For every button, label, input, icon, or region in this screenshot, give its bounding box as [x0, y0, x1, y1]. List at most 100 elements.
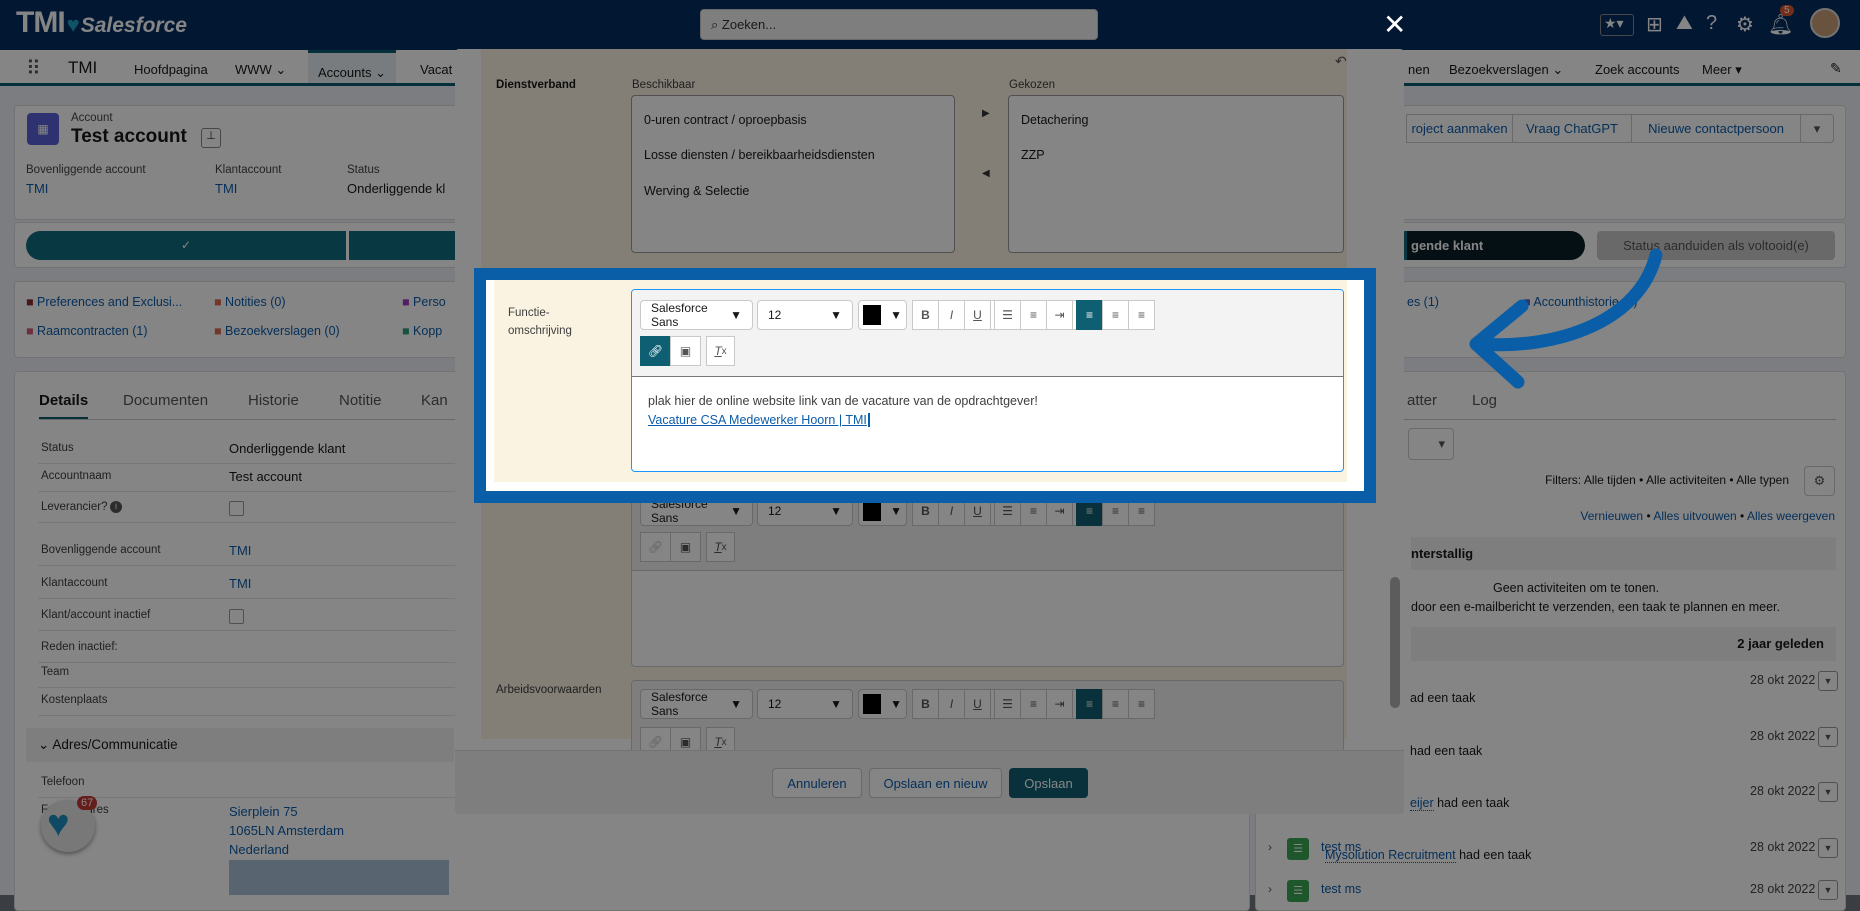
- insert-image-button[interactable]: ▣: [670, 336, 701, 366]
- related-bezoekverslagen[interactable]: ■ Bezoekverslagen (0): [214, 324, 340, 338]
- app-launcher-icon[interactable]: ⠿: [26, 56, 41, 81]
- indent-button[interactable]: ⇥: [1046, 689, 1073, 719]
- text-color-picker[interactable]: ▼: [858, 689, 907, 719]
- underline-button[interactable]: U: [964, 689, 991, 719]
- activity-title-link[interactable]: test ms: [1321, 882, 1361, 896]
- tab-notitie[interactable]: Notitie: [339, 392, 382, 409]
- save-button[interactable]: Opslaan: [1009, 768, 1088, 798]
- path-stage-complete[interactable]: ✓: [26, 231, 346, 260]
- italic-button[interactable]: I: [938, 300, 965, 330]
- activity-select-dropdown[interactable]: ▾: [1408, 428, 1454, 460]
- help-icon[interactable]: ?: [1706, 12, 1717, 35]
- align-center-button[interactable]: ≡: [1102, 689, 1129, 719]
- field-value[interactable]: TMI: [229, 543, 251, 558]
- align-right-button[interactable]: ≡: [1128, 300, 1155, 330]
- activity-menu-chevron-down-icon[interactable]: ▼: [1818, 880, 1838, 900]
- numbered-list-button[interactable]: ≡: [1020, 300, 1047, 330]
- more-actions-chevron-down-icon[interactable]: ▾: [1800, 114, 1834, 143]
- activity-user-link[interactable]: Mysolution Recruitment: [1325, 848, 1456, 863]
- italic-button[interactable]: I: [938, 689, 965, 719]
- info-icon[interactable]: i: [110, 501, 122, 513]
- clear-formatting-button[interactable]: Tx: [706, 336, 735, 366]
- address-link[interactable]: Sierplein 75 1065LN Amsterdam Nederland: [229, 802, 344, 859]
- nav-item-hoofdpagina[interactable]: Hoofdpagina: [134, 62, 208, 77]
- editor-text[interactable]: plak hier de online website link van de …: [648, 394, 1038, 408]
- align-center-button[interactable]: ≡: [1102, 300, 1129, 330]
- tab-details[interactable]: Details: [39, 392, 89, 420]
- tab-historie[interactable]: Historie: [248, 392, 299, 409]
- rich-text-editor-functie[interactable]: Salesforce Sans▼12▼▼BIUS☰≡⇥⇤≡≡≡🔗︎▣Tx pla…: [631, 289, 1344, 472]
- activity-user-link[interactable]: eijer: [1410, 796, 1434, 811]
- nav-item-zoek-accounts[interactable]: Zoek accounts: [1595, 62, 1680, 77]
- tab-chatter[interactable]: atter: [1407, 392, 1437, 409]
- related-personen[interactable]: ■ Perso: [402, 295, 446, 309]
- bold-button[interactable]: B: [912, 689, 939, 719]
- nav-item-bezoekverslagen[interactable]: Bezoekverslagen ⌄: [1449, 62, 1563, 78]
- nav-item-vacatures[interactable]: Vacat: [420, 62, 452, 77]
- related-notities[interactable]: ■ Notities (0): [214, 295, 285, 309]
- edit-nav-pencil-icon[interactable]: ✎: [1830, 60, 1842, 77]
- parent-account-link[interactable]: TMI: [26, 181, 48, 196]
- gear-icon[interactable]: ⚙: [1736, 12, 1754, 37]
- overdue-section-header[interactable]: nterstallig: [1411, 537, 1836, 570]
- alles-uitvouwen-link[interactable]: Alles uitvouwen: [1653, 509, 1736, 523]
- undo-icon[interactable]: ↶: [1335, 53, 1347, 70]
- nieuwe-contactpersoon-button[interactable]: Nieuwe contactpersoon: [1631, 114, 1801, 143]
- field-value[interactable]: TMI: [229, 576, 251, 591]
- list-option[interactable]: 0-uren contract / oproepbasis: [644, 113, 807, 127]
- nav-item-meer[interactable]: Meer ▾: [1702, 62, 1742, 78]
- alles-weergeven-link[interactable]: Alles weergeven: [1747, 509, 1835, 523]
- text-color-picker[interactable]: ▼: [858, 300, 907, 330]
- close-modal-icon[interactable]: ✕: [1383, 8, 1406, 41]
- insert-link-button[interactable]: 🔗︎: [640, 336, 671, 366]
- bullet-list-button[interactable]: ☰: [994, 689, 1021, 719]
- font-family-select[interactable]: Salesforce Sans ▼: [640, 689, 753, 719]
- hierarchy-icon[interactable]: ⊥: [201, 128, 221, 148]
- logo[interactable]: TMI♥Salesforce: [16, 6, 187, 40]
- tab-documenten[interactable]: Documenten: [123, 392, 208, 409]
- list-option[interactable]: Detachering: [1021, 113, 1088, 127]
- project-aanmaken-button[interactable]: roject aanmaken: [1406, 114, 1513, 143]
- vernieuwen-link[interactable]: Vernieuwen: [1580, 509, 1643, 523]
- font-size-select[interactable]: 12 ▼: [757, 689, 853, 719]
- trailhead-icon[interactable]: ⛰: [1676, 12, 1693, 35]
- cancel-button[interactable]: Annuleren: [772, 768, 862, 798]
- related-koppelingen[interactable]: ■ Kopp: [402, 324, 442, 338]
- list-option[interactable]: Werving & Selectie: [644, 184, 749, 198]
- related-accounthistorie[interactable]: ■ Accounthistorie (3): [1523, 295, 1638, 309]
- activity-menu-chevron-down-icon[interactable]: ▼: [1818, 782, 1838, 802]
- align-left-button[interactable]: ≡: [1076, 300, 1103, 330]
- font-family-select[interactable]: Salesforce Sans ▼: [640, 300, 753, 330]
- nav-item-partial[interactable]: nen: [1408, 62, 1430, 77]
- client-account-link[interactable]: TMI: [215, 181, 237, 196]
- tab-log[interactable]: Log: [1472, 392, 1497, 409]
- available-listbox[interactable]: 0-uren contract / oproepbasis Losse dien…: [631, 95, 955, 253]
- checkbox[interactable]: [229, 609, 244, 624]
- insert-link-button[interactable]: 🔗︎: [640, 532, 671, 562]
- bullet-list-button[interactable]: ☰: [994, 300, 1021, 330]
- plus-icon[interactable]: ⊞: [1646, 12, 1663, 37]
- activity-menu-chevron-down-icon[interactable]: ▼: [1818, 727, 1838, 747]
- expand-chevron-icon[interactable]: ›: [1268, 882, 1272, 896]
- clear-formatting-button[interactable]: Tx: [706, 532, 735, 562]
- related-preferences[interactable]: ■ Preferences and Exclusi...: [26, 295, 182, 309]
- underline-button[interactable]: U: [964, 300, 991, 330]
- move-right-arrow-icon[interactable]: ▶: [982, 108, 990, 119]
- font-size-select[interactable]: 12 ▼: [757, 300, 853, 330]
- insert-image-button[interactable]: ▣: [670, 532, 701, 562]
- nav-item-accounts[interactable]: Accounts ⌄: [308, 50, 396, 83]
- checkbox[interactable]: [229, 501, 244, 516]
- rich-text-editor-2[interactable]: Salesforce Sans▼12▼▼BIUS☰≡⇥⇤≡≡≡🔗︎▣Tx: [631, 485, 1344, 667]
- save-and-new-button[interactable]: Opslaan en nieuw: [869, 768, 1002, 798]
- activity-menu-chevron-down-icon[interactable]: ▼: [1818, 671, 1838, 691]
- align-right-button[interactable]: ≡: [1128, 689, 1155, 719]
- modal-scrollbar[interactable]: [1390, 577, 1400, 708]
- path-stage-current[interactable]: gende klant: [1407, 231, 1585, 260]
- activity-menu-chevron-down-icon[interactable]: ▼: [1818, 838, 1838, 858]
- related-partial[interactable]: es (1): [1407, 295, 1439, 309]
- filter-gear-icon[interactable]: ⚙: [1804, 466, 1835, 496]
- expand-chevron-icon[interactable]: ›: [1268, 840, 1272, 854]
- chosen-listbox[interactable]: Detachering ZZP: [1008, 95, 1344, 253]
- map-image[interactable]: [229, 860, 449, 895]
- related-raamcontracten[interactable]: ■ Raamcontracten (1): [26, 324, 148, 338]
